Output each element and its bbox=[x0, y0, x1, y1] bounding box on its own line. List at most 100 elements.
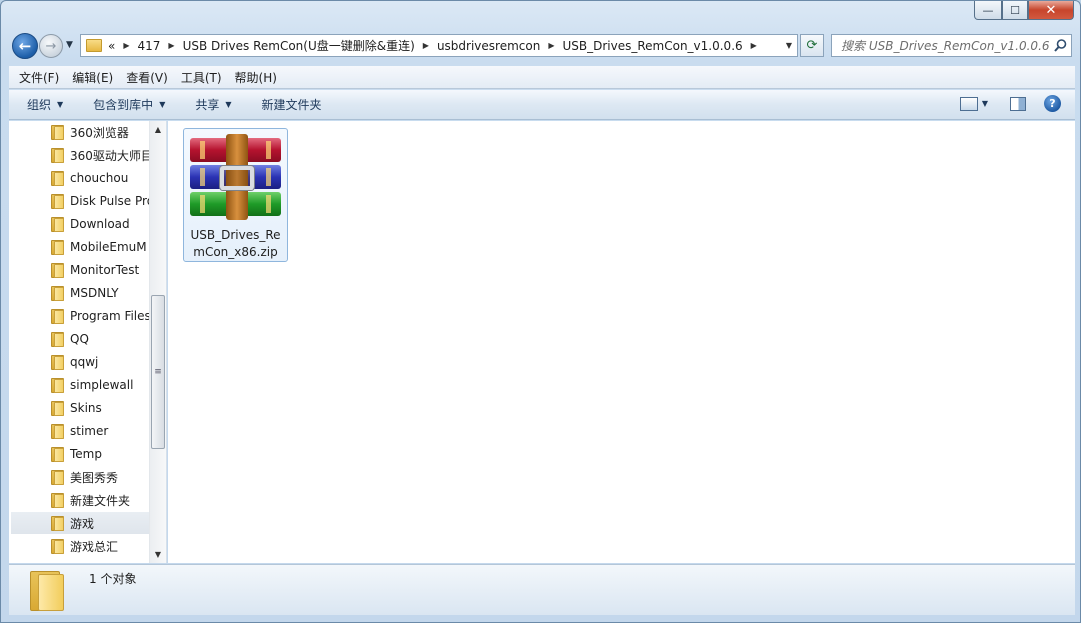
tree-item[interactable]: chouchou bbox=[11, 167, 149, 189]
close-button[interactable]: ✕ bbox=[1028, 1, 1074, 20]
tree-item[interactable]: QQ bbox=[11, 328, 149, 350]
breadcrumb-separator-icon[interactable]: ▶ bbox=[123, 41, 129, 50]
recent-pages-dropdown[interactable]: ▼ bbox=[66, 40, 73, 50]
menu-view[interactable]: 查看(V) bbox=[126, 69, 168, 86]
tree-item-label: qqwj bbox=[70, 355, 99, 369]
menu-edit[interactable]: 编辑(E) bbox=[72, 69, 113, 86]
toolbar-right-group: ▼ ? bbox=[959, 95, 1061, 112]
tree-item[interactable]: 360驱动大师目 bbox=[11, 144, 149, 166]
address-overflow-chevron[interactable]: « bbox=[108, 39, 115, 53]
change-view-icon[interactable] bbox=[959, 96, 978, 111]
breadcrumb-417[interactable]: 417 bbox=[138, 39, 161, 53]
tree-item-label: 新建文件夹 bbox=[70, 493, 131, 508]
share-label: 共享 bbox=[195, 98, 220, 112]
tree-item[interactable]: qqwj bbox=[11, 351, 149, 373]
breadcrumb-separator-icon[interactable]: ▶ bbox=[751, 41, 757, 50]
breadcrumb-current-folder[interactable]: USB_Drives_RemCon_v1.0.0.6 bbox=[562, 39, 742, 53]
archive-buckle bbox=[220, 166, 254, 190]
search-input[interactable]: 搜索 USB_Drives_RemCon_v1.0.0.6 bbox=[831, 34, 1072, 57]
scrollbar-thumb[interactable]: ≡ bbox=[151, 295, 165, 449]
scroll-down-arrow[interactable]: ▼ bbox=[150, 546, 166, 563]
tree-item[interactable]: simplewall bbox=[11, 374, 149, 396]
folder-icon bbox=[51, 125, 64, 140]
tree-item[interactable]: MobileEmuM bbox=[11, 236, 149, 258]
folder-icon bbox=[51, 401, 64, 416]
tree-item[interactable]: Skins bbox=[11, 397, 149, 419]
address-bar[interactable]: « ▶ 417 ▶ USB Drives RemCon(U盘一键删除&重连) ▶… bbox=[80, 34, 798, 57]
navigation-pane: 360浏览器 360驱动大师目 chouchou Disk Pulse Pro Down… bbox=[9, 121, 167, 563]
explorer-window: — ☐ ✕ ← → ▼ « ▶ 417 ▶ USB Drives RemCon(… bbox=[0, 0, 1081, 623]
object-count: 1 个对象 bbox=[89, 572, 137, 586]
tree-item[interactable]: 游戏总汇 bbox=[11, 535, 149, 557]
help-icon[interactable]: ? bbox=[1044, 95, 1061, 112]
tree-item[interactable]: stimer bbox=[11, 420, 149, 442]
preview-pane-icon[interactable] bbox=[1010, 96, 1026, 111]
folder-icon bbox=[51, 493, 64, 508]
tree-item[interactable]: Program Files bbox=[11, 305, 149, 327]
caption-buttons: — ☐ ✕ bbox=[974, 1, 1074, 20]
refresh-button[interactable]: ⟳ bbox=[800, 34, 824, 57]
file-item[interactable]: USB_Drives_RemCon_x86.zip bbox=[183, 128, 288, 262]
include-in-library-label: 包含到库中 bbox=[93, 98, 154, 112]
tree-item[interactable]: 360浏览器 bbox=[11, 121, 149, 143]
search-icon[interactable] bbox=[1049, 39, 1071, 52]
tree-item-label: simplewall bbox=[70, 378, 134, 392]
breadcrumb-separator-icon[interactable]: ▶ bbox=[168, 41, 174, 50]
address-dropdown-button[interactable]: ▼ bbox=[781, 35, 797, 56]
tree-item-label: MobileEmuM bbox=[70, 240, 147, 254]
folder-icon bbox=[51, 355, 64, 370]
folder-icon bbox=[51, 470, 64, 485]
menu-tools[interactable]: 工具(T) bbox=[181, 69, 222, 86]
forward-button[interactable]: → bbox=[39, 34, 63, 58]
organize-button[interactable]: 组织 ▼ bbox=[17, 96, 73, 113]
tree-item[interactable]: 游戏 bbox=[11, 512, 149, 534]
breadcrumb-usbdrivesremcon[interactable]: usbdrivesremcon bbox=[437, 39, 540, 53]
tree-item[interactable]: 美图秀秀 bbox=[11, 466, 149, 488]
tree-item[interactable]: Download bbox=[11, 213, 149, 235]
share-button[interactable]: 共享 ▼ bbox=[185, 96, 241, 113]
tree-item-label: QQ bbox=[70, 332, 89, 346]
view-options-chevron-down-icon[interactable]: ▼ bbox=[982, 99, 988, 108]
menu-file[interactable]: 文件(F) bbox=[19, 69, 59, 86]
breadcrumb-usb-drives-remcon[interactable]: USB Drives RemCon(U盘一键删除&重连) bbox=[183, 37, 415, 54]
tree-item[interactable]: 新建文件夹 bbox=[11, 489, 149, 511]
tree-item[interactable]: Temp bbox=[11, 443, 149, 465]
file-name: USB_Drives_RemCon_x86.zip bbox=[190, 228, 281, 259]
folder-icon bbox=[30, 571, 66, 611]
menu-help[interactable]: 帮助(H) bbox=[235, 69, 277, 86]
new-folder-button[interactable]: 新建文件夹 bbox=[252, 96, 332, 113]
folder-icon bbox=[51, 148, 64, 163]
tree-item[interactable]: MonitorTest bbox=[11, 259, 149, 281]
tree-item-label: Program Files bbox=[70, 309, 149, 323]
tree-item[interactable]: Disk Pulse Pro bbox=[11, 190, 149, 212]
folder-icon bbox=[51, 263, 64, 278]
folder-icon bbox=[51, 194, 64, 209]
folder-icon bbox=[51, 309, 64, 324]
folder-icon bbox=[51, 424, 64, 439]
folder-icon bbox=[51, 240, 64, 255]
breadcrumb-separator-icon[interactable]: ▶ bbox=[423, 41, 429, 50]
tree-item-label: chouchou bbox=[70, 171, 129, 185]
scroll-up-arrow[interactable]: ▲ bbox=[150, 121, 166, 138]
breadcrumb-separator-icon[interactable]: ▶ bbox=[548, 41, 554, 50]
folder-icon bbox=[51, 516, 64, 531]
back-button[interactable]: ← bbox=[12, 33, 38, 59]
folder-icon bbox=[51, 378, 64, 393]
navigation-scrollbar[interactable]: ▲ ≡ ▼ bbox=[149, 121, 166, 563]
tree-item[interactable]: MSDNLY bbox=[11, 282, 149, 304]
folder-icon bbox=[51, 286, 64, 301]
maximize-button[interactable]: ☐ bbox=[1002, 1, 1028, 20]
tree-item-label: MSDNLY bbox=[70, 286, 119, 300]
organize-label: 组织 bbox=[27, 98, 52, 112]
chevron-down-icon: ▼ bbox=[57, 100, 64, 109]
folder-icon bbox=[51, 539, 64, 554]
menu-bar: 文件(F) 编辑(E) 查看(V) 工具(T) 帮助(H) bbox=[9, 66, 1075, 89]
tree-item-label: Skins bbox=[70, 401, 102, 415]
winrar-archive-icon bbox=[190, 134, 281, 220]
search-placeholder: 搜索 USB_Drives_RemCon_v1.0.0.6 bbox=[841, 39, 1049, 53]
folder-icon bbox=[51, 217, 64, 232]
include-in-library-button[interactable]: 包含到库中 ▼ bbox=[83, 96, 175, 113]
tree-item-label: 游戏 bbox=[70, 516, 95, 531]
minimize-button[interactable]: — bbox=[974, 1, 1002, 20]
file-list-pane[interactable]: USB_Drives_RemCon_x86.zip bbox=[168, 121, 1075, 563]
